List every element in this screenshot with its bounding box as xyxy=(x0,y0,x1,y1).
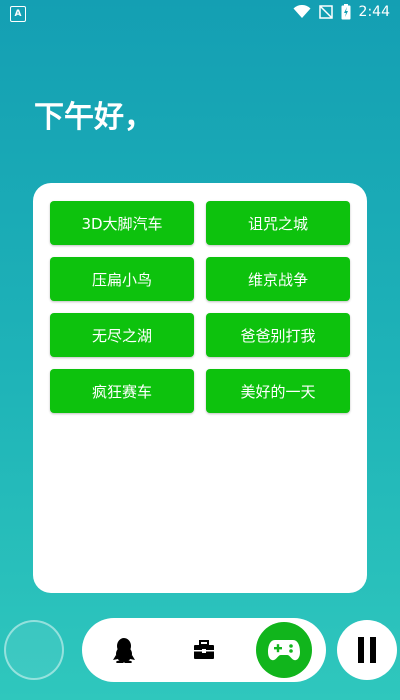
game-list-card: 3D大脚汽车 诅咒之城 压扁小鸟 维京战争 无尽之湖 爸爸别打我 疯狂赛车 美好… xyxy=(33,183,367,593)
nav-item-games-active[interactable] xyxy=(256,622,312,678)
battery-charging-icon xyxy=(341,4,351,20)
wifi-icon xyxy=(293,5,311,18)
game-button-crazy-racing[interactable]: 疯狂赛车 xyxy=(50,369,194,413)
game-button-endless-lake[interactable]: 无尽之湖 xyxy=(50,313,194,357)
floating-circle-button[interactable] xyxy=(4,620,64,680)
status-time: 2:44 xyxy=(358,4,390,20)
game-button-viking-war[interactable]: 维京战争 xyxy=(206,257,350,301)
pause-button[interactable] xyxy=(337,620,397,680)
game-button-beautiful-day[interactable]: 美好的一天 xyxy=(206,369,350,413)
nav-item-toolbox[interactable] xyxy=(182,628,226,672)
bottom-nav xyxy=(82,618,326,682)
nav-item-qq[interactable] xyxy=(102,628,146,672)
greeting-title: 下午好， xyxy=(34,100,154,135)
game-button-cursed-city[interactable]: 诅咒之城 xyxy=(206,201,350,245)
qq-penguin-icon xyxy=(113,638,135,663)
game-button-squash-bird[interactable]: 压扁小鸟 xyxy=(50,257,194,301)
app-notification-icon: A xyxy=(10,6,26,22)
game-button-3d-bigfoot-car[interactable]: 3D大脚汽车 xyxy=(50,201,194,245)
no-signal-icon xyxy=(318,5,333,19)
briefcase-icon xyxy=(194,640,214,659)
status-icons: 2:44 xyxy=(293,4,390,20)
gamepad-icon xyxy=(268,640,300,661)
pause-icon xyxy=(358,637,376,663)
game-grid: 3D大脚汽车 诅咒之城 压扁小鸟 维京战争 无尽之湖 爸爸别打我 疯狂赛车 美好… xyxy=(50,201,350,413)
status-bar: A 2:44 xyxy=(0,0,400,28)
game-button-dad-dont-hit-me[interactable]: 爸爸别打我 xyxy=(206,313,350,357)
